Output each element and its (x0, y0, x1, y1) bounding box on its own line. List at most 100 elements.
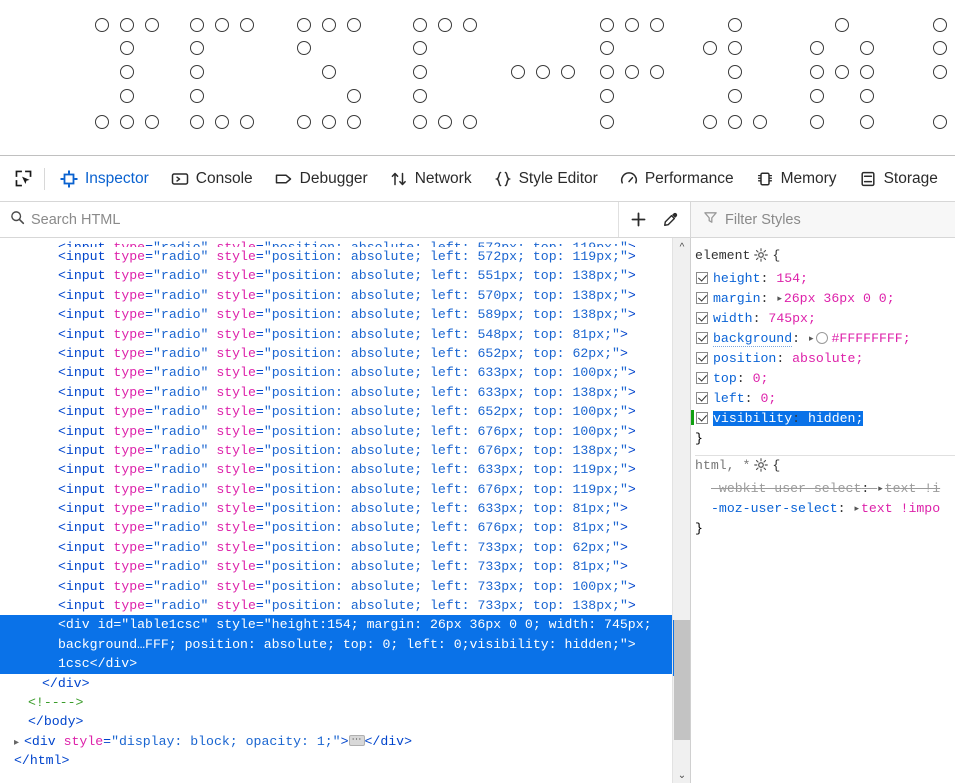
radio-button[interactable] (190, 115, 204, 129)
tab-style-editor[interactable]: Style Editor (483, 157, 609, 201)
rule-gear-icon[interactable] (754, 458, 769, 479)
radio-button[interactable] (600, 41, 614, 55)
tab-debugger[interactable]: Debugger (264, 157, 379, 201)
radio-button[interactable] (810, 89, 824, 103)
declaration-checkbox[interactable] (696, 332, 708, 344)
plus-icon[interactable] (626, 207, 652, 233)
radio-button[interactable] (120, 41, 134, 55)
radio-button[interactable] (190, 65, 204, 79)
radio-button[interactable] (600, 89, 614, 103)
radio-button[interactable] (536, 65, 550, 79)
tab-memory[interactable]: Memory (745, 157, 848, 201)
radio-button[interactable] (413, 41, 427, 55)
radio-button[interactable] (145, 18, 159, 32)
radio-button[interactable] (728, 89, 742, 103)
radio-button[interactable] (860, 65, 874, 79)
scroll-up-icon[interactable]: ^ (673, 238, 690, 256)
declaration-checkbox[interactable] (696, 392, 708, 404)
radio-button[interactable] (835, 65, 849, 79)
radio-button[interactable] (190, 18, 204, 32)
search-input[interactable]: Search HTML (0, 202, 618, 237)
radio-button[interactable] (625, 65, 639, 79)
css-declaration[interactable]: margin: ▸ 26px 36px 0 0; (695, 289, 955, 309)
radio-button[interactable] (120, 89, 134, 103)
color-swatch[interactable] (815, 332, 828, 344)
radio-button[interactable] (728, 115, 742, 129)
tab-storage[interactable]: Storage (848, 157, 949, 201)
radio-button[interactable] (95, 18, 109, 32)
radio-button[interactable] (347, 115, 361, 129)
radio-button[interactable] (810, 41, 824, 55)
radio-button[interactable] (625, 18, 639, 32)
radio-button[interactable] (860, 41, 874, 55)
radio-button[interactable] (215, 115, 229, 129)
scroll-down-icon[interactable]: ⌄ (673, 766, 690, 783)
radio-button[interactable] (95, 115, 109, 129)
radio-button[interactable] (728, 18, 742, 32)
radio-button[interactable] (728, 41, 742, 55)
radio-button[interactable] (810, 65, 824, 79)
radio-button[interactable] (933, 65, 947, 79)
markup-scrollbar[interactable]: ^ ⌄ (672, 238, 690, 783)
markup-view[interactable]: <input type="radio" style="position: abs… (0, 238, 690, 783)
radio-button[interactable] (413, 65, 427, 79)
css-declaration[interactable]: position: absolute; (695, 349, 955, 369)
filter-styles-input[interactable]: Filter Styles (690, 202, 955, 237)
radio-button[interactable] (810, 115, 824, 129)
tab-console[interactable]: Console (160, 157, 264, 201)
declaration-checkbox[interactable] (696, 272, 708, 284)
css-declaration[interactable]: height: 154; (695, 269, 955, 289)
tab-inspector[interactable]: Inspector (49, 157, 160, 201)
radio-button[interactable] (120, 65, 134, 79)
css-declaration[interactable]: -webkit-user-select: ▸ text !i (695, 479, 955, 499)
radio-button[interactable] (600, 65, 614, 79)
declaration-checkbox[interactable] (696, 412, 708, 424)
radio-button[interactable] (835, 18, 849, 32)
rule-gear-icon[interactable] (754, 248, 769, 269)
radio-button[interactable] (860, 115, 874, 129)
radio-button[interactable] (860, 89, 874, 103)
radio-button[interactable] (600, 18, 614, 32)
radio-button[interactable] (650, 65, 664, 79)
radio-button[interactable] (297, 41, 311, 55)
radio-button[interactable] (322, 65, 336, 79)
declaration-checkbox[interactable] (696, 352, 708, 364)
radio-button[interactable] (120, 115, 134, 129)
radio-button[interactable] (322, 115, 336, 129)
radio-button[interactable] (145, 115, 159, 129)
radio-button[interactable] (413, 89, 427, 103)
radio-button[interactable] (511, 65, 525, 79)
radio-button[interactable] (650, 18, 664, 32)
radio-button[interactable] (347, 89, 361, 103)
radio-button[interactable] (703, 41, 717, 55)
element-picker-icon[interactable] (6, 162, 40, 196)
tab-performance[interactable]: Performance (609, 157, 745, 201)
radio-button[interactable] (933, 115, 947, 129)
radio-button[interactable] (120, 18, 134, 32)
declaration-checkbox[interactable] (696, 372, 708, 384)
rules-view[interactable]: element{height: 154; margin: ▸ 26px 36px 0… (690, 238, 955, 783)
radio-button[interactable] (240, 18, 254, 32)
radio-button[interactable] (463, 18, 477, 32)
css-declaration[interactable]: top: 0; (695, 369, 955, 389)
tab-network[interactable]: Network (379, 157, 483, 201)
radio-button[interactable] (600, 115, 614, 129)
radio-button[interactable] (347, 18, 361, 32)
css-declaration[interactable]: width: 745px; (695, 309, 955, 329)
radio-button[interactable] (463, 115, 477, 129)
radio-button[interactable] (413, 18, 427, 32)
css-declaration[interactable]: left: 0; (695, 389, 955, 409)
radio-button[interactable] (215, 18, 229, 32)
radio-button[interactable] (190, 89, 204, 103)
css-declaration[interactable]: -moz-user-select: ▸ text !impo (695, 499, 955, 519)
radio-button[interactable] (190, 41, 204, 55)
radio-button[interactable] (703, 115, 717, 129)
radio-button[interactable] (561, 65, 575, 79)
css-declaration[interactable]: background: ▸ #FFFFFFFF; (695, 329, 955, 349)
scrollbar-thumb[interactable] (674, 620, 690, 740)
radio-button[interactable] (413, 115, 427, 129)
radio-button[interactable] (933, 18, 947, 32)
css-declaration[interactable]: visibility: hidden; (691, 409, 955, 429)
radio-button[interactable] (297, 115, 311, 129)
radio-button[interactable] (240, 115, 254, 129)
